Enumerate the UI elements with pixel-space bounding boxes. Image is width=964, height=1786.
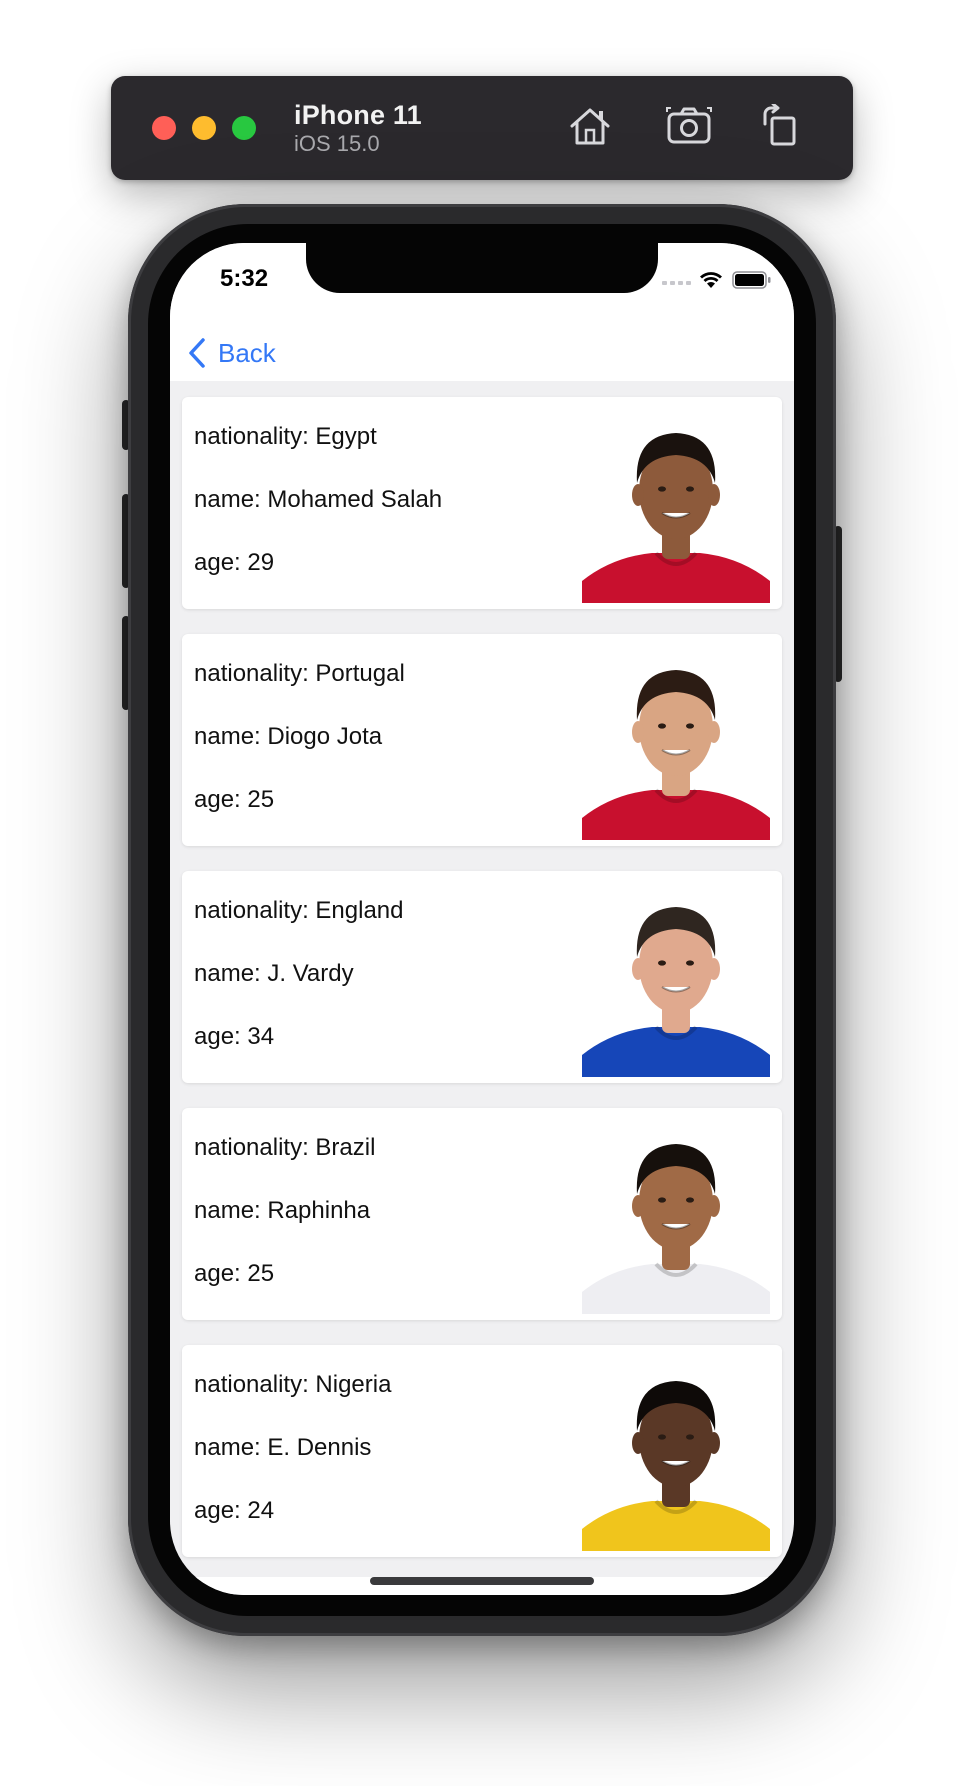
player-photo [582, 1353, 770, 1551]
player-nationality: nationality: England [194, 897, 404, 924]
back-button-label: Back [218, 338, 276, 368]
player-nationality: nationality: Brazil [194, 1134, 376, 1161]
player-card[interactable]: nationality: Nigeria name: E. Dennis age… [182, 1345, 782, 1557]
battery-icon [732, 271, 771, 289]
player-age: age: 29 [194, 549, 275, 576]
player-name: name: Diogo Jota [194, 723, 383, 750]
player-nationality: nationality: Nigeria [194, 1371, 392, 1398]
minimize-window-button[interactable] [192, 116, 216, 140]
player-age: age: 25 [194, 786, 275, 813]
player-nationality: nationality: Egypt [194, 423, 377, 450]
player-card[interactable]: nationality: Brazil name: Raphinha age: … [182, 1108, 782, 1320]
player-name: name: Mohamed Salah [194, 486, 443, 513]
player-name: name: E. Dennis [194, 1434, 372, 1461]
back-button[interactable]: Back [188, 334, 276, 372]
status-bar-time: 5:32 [220, 265, 269, 292]
player-photo [582, 405, 770, 603]
player-photo [582, 1116, 770, 1314]
chevron-left-icon [188, 337, 206, 369]
player-nationality: nationality: Portugal [194, 660, 405, 687]
player-card[interactable]: nationality: Portugal name: Diogo Jota a… [182, 634, 782, 846]
player-card[interactable]: nationality: Egypt name: Mohamed Salah a… [182, 397, 782, 609]
player-card[interactable]: nationality: England name: J. Vardy age:… [182, 871, 782, 1083]
player-list: nationality: Egypt name: Mohamed Salah a… [182, 397, 782, 1582]
simulator-os-version: iOS 15.0 [294, 131, 380, 156]
rotate-icon [763, 102, 796, 146]
screenshot-icon [666, 107, 712, 144]
screenshot-button[interactable] [665, 104, 713, 148]
player-age: age: 25 [194, 1260, 275, 1287]
wifi-icon [700, 272, 722, 288]
cellular-signal-icon [662, 281, 691, 285]
player-photo [582, 642, 770, 840]
zoom-window-button[interactable] [232, 116, 256, 140]
player-name: name: J. Vardy [194, 960, 354, 987]
notch [306, 243, 658, 293]
player-name: name: Raphinha [194, 1197, 371, 1224]
player-photo [582, 879, 770, 1077]
simulator-toolbar [111, 76, 853, 180]
home-icon [570, 108, 610, 145]
simulator-device-name: iPhone 11 [294, 100, 422, 130]
player-age: age: 24 [194, 1497, 275, 1524]
device-screen: 5:32 Back nationality: Egypt name: Moham… [170, 243, 794, 1595]
close-window-button[interactable] [152, 116, 176, 140]
home-button[interactable] [566, 104, 614, 148]
home-indicator [370, 1577, 594, 1585]
rotate-button[interactable] [757, 102, 805, 148]
player-age: age: 34 [194, 1023, 275, 1050]
